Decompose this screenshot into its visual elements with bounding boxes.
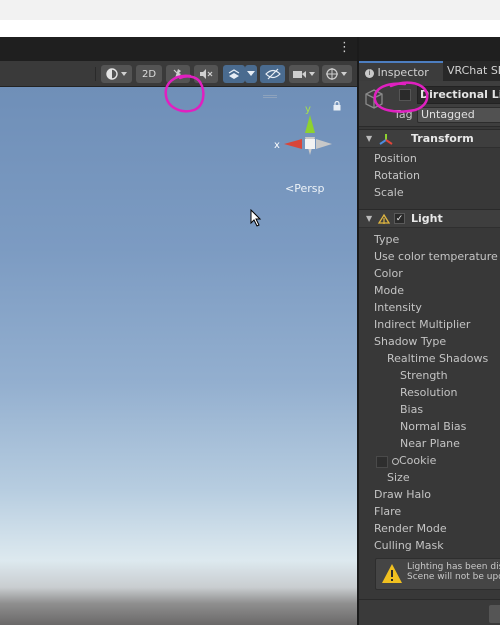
chevron-left-icon: < bbox=[285, 182, 295, 195]
effects-toggle-button[interactable] bbox=[223, 65, 245, 83]
transform-component-header[interactable]: ▼ Transform bbox=[359, 129, 500, 148]
gameobject-header: Directional Ligh Tag Untagged bbox=[359, 81, 500, 127]
gizmos-icon bbox=[326, 68, 347, 80]
info-icon: i bbox=[365, 68, 374, 78]
inspector-bottom-bar bbox=[359, 599, 500, 625]
transform-title: Transform bbox=[411, 132, 474, 145]
tag-label: Tag bbox=[394, 108, 413, 121]
page-margin bbox=[0, 20, 500, 37]
effects-dropdown-button[interactable] bbox=[245, 65, 257, 83]
transform-property: Rotation bbox=[374, 169, 421, 182]
light-title: Light bbox=[411, 212, 443, 225]
warning-line-1: Lighting has been disab bbox=[407, 562, 500, 572]
light-property: Strength bbox=[400, 369, 448, 382]
toolbar-separator bbox=[95, 67, 96, 81]
cookie-label: Cookie bbox=[399, 454, 437, 467]
tab-vrchat-sdk[interactable]: VRChat SD bbox=[447, 61, 500, 81]
scene-visibility-button[interactable] bbox=[260, 65, 285, 83]
light-property: Culling Mask bbox=[374, 539, 444, 552]
projection-label[interactable]: <Persp bbox=[285, 182, 324, 195]
cookie-thumbnail[interactable] bbox=[376, 456, 388, 468]
browser-top-strip bbox=[0, 0, 500, 20]
axis-gizmo-icon: y x bbox=[274, 104, 332, 155]
gizmo-x-label: x bbox=[274, 140, 280, 151]
transform-property: Position bbox=[374, 152, 417, 165]
2d-toggle-button[interactable]: 2D bbox=[136, 65, 162, 83]
scene-viewport[interactable]: y x <Persp bbox=[0, 87, 357, 625]
scene-visibility-icon bbox=[264, 68, 281, 80]
foldout-arrow-icon[interactable]: ▼ bbox=[366, 214, 372, 223]
light-property: Intensity bbox=[374, 301, 422, 314]
active-checkbox[interactable] bbox=[399, 89, 411, 101]
light-property: Color bbox=[374, 267, 403, 280]
transform-icon bbox=[379, 134, 393, 145]
light-property: Size bbox=[387, 471, 410, 484]
cookie-property: Cookie bbox=[392, 454, 436, 467]
scene-toolbar: 2D bbox=[0, 61, 357, 87]
light-property: Draw Halo bbox=[374, 488, 432, 501]
add-component-button[interactable] bbox=[489, 605, 500, 623]
light-property: Render Mode bbox=[374, 522, 447, 535]
mouse-cursor-icon bbox=[250, 208, 262, 230]
light-property: Indirect Multiplier bbox=[374, 318, 471, 331]
light-property: Use color temperature mo bbox=[374, 250, 500, 263]
transform-property: Scale bbox=[374, 186, 404, 199]
warning-text: Lighting has been disab Scene will not b… bbox=[407, 562, 500, 582]
2d-label: 2D bbox=[141, 68, 157, 80]
gameobject-name-field[interactable]: Directional Ligh bbox=[417, 86, 500, 104]
object-picker-icon[interactable] bbox=[392, 457, 399, 465]
gizmos-button[interactable] bbox=[322, 65, 352, 83]
more-options-icon[interactable]: ⋮ bbox=[338, 41, 351, 55]
light-property: Near Plane bbox=[400, 437, 460, 450]
light-property: Mode bbox=[374, 284, 404, 297]
scene-tab-bar: ⋮ bbox=[0, 37, 357, 61]
inspector-tab-bar: i Inspector VRChat SD bbox=[359, 61, 500, 81]
light-property: Normal Bias bbox=[400, 420, 467, 433]
effects-icon bbox=[228, 69, 240, 79]
lighting-toggle-icon bbox=[173, 69, 183, 79]
warning-line-2: Scene will not be updat bbox=[407, 572, 500, 582]
chevron-down-icon bbox=[247, 71, 255, 76]
scene-camera-button[interactable] bbox=[289, 65, 319, 83]
scene-view-panel: ⋮ 2D y x <Persp bbox=[0, 37, 357, 625]
tab-vrchat-label: VRChat SD bbox=[447, 64, 500, 77]
light-component-icon bbox=[377, 213, 391, 224]
warning-icon bbox=[382, 564, 402, 583]
light-property: Flare bbox=[374, 505, 402, 518]
light-property: Realtime Shadows bbox=[387, 352, 489, 365]
foldout-arrow-icon[interactable]: ▼ bbox=[366, 134, 372, 143]
audio-toggle-button[interactable] bbox=[194, 65, 218, 83]
shading-mode-button[interactable] bbox=[101, 65, 132, 83]
gizmo-y-label: y bbox=[305, 104, 311, 115]
light-property: Bias bbox=[400, 403, 424, 416]
tab-inspector-label: Inspector bbox=[377, 66, 429, 79]
lighting-warning-box: Lighting has been disab Scene will not b… bbox=[375, 558, 500, 590]
light-enabled-checkbox[interactable]: ✓ bbox=[394, 213, 405, 224]
light-property: Shadow Type bbox=[374, 335, 447, 348]
gameobject-cube-icon bbox=[365, 89, 383, 109]
light-property: Resolution bbox=[400, 386, 458, 399]
light-property: Type bbox=[374, 233, 400, 246]
inspector-panel: i Inspector VRChat SD Directional Ligh T… bbox=[357, 37, 500, 625]
persp-text: Persp bbox=[294, 182, 325, 195]
tag-dropdown[interactable]: Untagged bbox=[417, 107, 500, 123]
scene-camera-icon bbox=[293, 71, 315, 78]
lighting-toggle-button[interactable] bbox=[166, 65, 190, 83]
audio-mute-icon bbox=[200, 69, 213, 79]
light-component-header[interactable]: ▼ ✓ Light bbox=[359, 209, 500, 228]
overlay-drag-handle[interactable] bbox=[263, 95, 277, 98]
orientation-gizmo[interactable]: y x bbox=[272, 103, 342, 173]
inspector-top-bar bbox=[359, 37, 500, 61]
tab-inspector[interactable]: i Inspector bbox=[359, 61, 443, 81]
shading-mode-icon bbox=[105, 68, 127, 80]
